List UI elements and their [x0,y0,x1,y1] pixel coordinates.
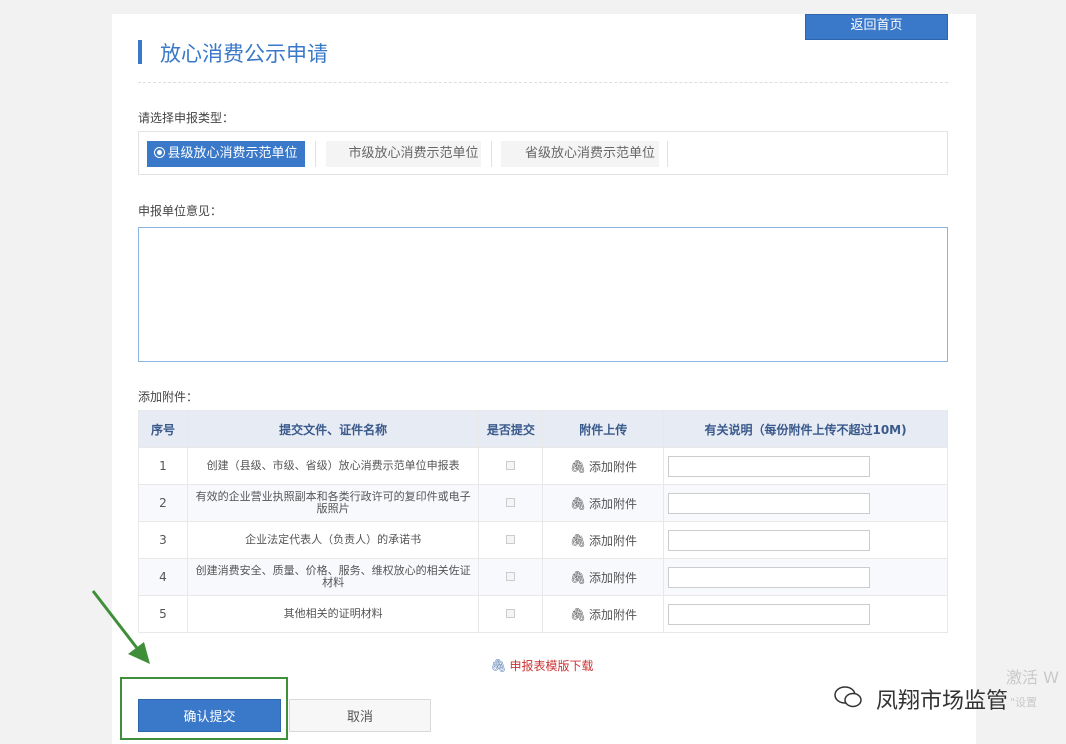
upload-cell[interactable]: 🖇 添加附件 [542,558,665,596]
account-logo-text: 凤翔市场监管 [876,689,1009,714]
note-cell [663,558,948,596]
title-divider [138,82,948,83]
table-row: 3 企业法定代表人（负责人）的承诺书 🖇 添加附件 [138,521,948,559]
col-header-no: 序号 [138,410,188,448]
settings-watermark: "设置 [1010,696,1038,709]
row-no: 2 [138,484,188,522]
form-panel [112,14,976,744]
paperclip-icon: 🖇 [569,459,586,475]
add-attachment-link[interactable]: 添加附件 [589,460,637,474]
row-file-name: 有效的企业营业执照副本和各类行政许可的复印件或电子版照片 [186,484,480,522]
table-row: 2 有效的企业营业执照副本和各类行政许可的复印件或电子版照片 🖇 添加附件 [138,484,948,522]
type-separator [491,141,492,167]
page-title: 放心消费公示申请 [160,42,328,66]
paperclip-icon: 🖇 [569,496,586,512]
add-attachment-link[interactable]: 添加附件 [589,497,637,511]
row-file-name: 其他相关的证明材料 [186,595,480,633]
submitted-checkbox[interactable] [506,572,516,581]
row-file-name: 创建消费安全、质量、价格、服务、维权放心的相关佐证材料 [186,558,480,596]
upload-cell[interactable]: 🖇 添加附件 [542,595,665,633]
type-option-county[interactable]: 县级放心消费示范单位 [147,141,305,167]
type-selector: 县级放心消费示范单位 市级放心消费示范单位 省级放心消费示范单位 [138,131,948,175]
note-input[interactable] [668,603,871,625]
submitted-cell [478,484,544,522]
cancel-button[interactable]: 取消 [289,699,431,732]
col-header-upload: 附件上传 [542,410,665,448]
attachments-label: 添加附件： [138,390,199,404]
row-file-name: 企业法定代表人（负责人）的承诺书 [186,521,480,559]
table-row: 5 其他相关的证明材料 🖇 添加附件 [138,595,948,633]
row-no: 1 [138,447,188,485]
type-option-city[interactable]: 市级放心消费示范单位 [326,141,481,167]
activate-windows-watermark: 激活 W [1006,668,1059,687]
submitted-cell [478,521,544,559]
paperclip-icon: 🖇 [569,607,586,623]
paperclip-icon: 🖇 [569,570,586,586]
col-header-note: 有关说明（每份附件上传不超过10M) [663,410,948,448]
table-header-row: 序号 提交文件、证件名称 是否提交 附件上传 有关说明（每份附件上传不超过10M… [138,410,948,448]
submitted-checkbox[interactable] [506,498,516,507]
note-cell [663,484,948,522]
col-header-name: 提交文件、证件名称 [186,410,480,448]
template-download-link[interactable]: 🖇 申报表模版下载 [490,657,594,674]
submit-button[interactable]: 确认提交 [138,699,281,732]
opinion-label: 申报单位意见： [138,204,223,218]
submitted-cell [478,558,544,596]
type-option-province[interactable]: 省级放心消费示范单位 [501,141,659,167]
type-option-label: 省级放心消费示范单位 [524,146,655,161]
paperclip-icon: 🖇 [569,533,586,549]
pointer-arrow-icon [91,590,150,664]
attachments-table: 序号 提交文件、证件名称 是否提交 附件上传 有关说明（每份附件上传不超过10M… [138,410,948,633]
submitted-checkbox[interactable] [506,535,516,544]
template-download-label: 申报表模版下载 [509,659,594,673]
submitted-checkbox[interactable] [506,609,516,618]
submitted-cell [478,595,544,633]
opinion-textarea[interactable] [138,227,948,362]
add-attachment-link[interactable]: 添加附件 [589,571,637,585]
type-label: 请选择申报类型： [138,111,235,125]
table-row: 4 创建消费安全、质量、价格、服务、维权放心的相关佐证材料 🖇 添加附件 [138,558,948,596]
note-input[interactable] [668,492,871,514]
title-accent-bar [138,40,142,64]
row-no: 3 [138,521,188,559]
add-attachment-link[interactable]: 添加附件 [589,608,637,622]
upload-cell[interactable]: 🖇 添加附件 [542,521,665,559]
paperclip-icon: 🖇 [490,659,507,674]
note-input[interactable] [668,529,871,551]
note-input[interactable] [668,566,871,588]
note-input[interactable] [668,455,871,477]
note-cell [663,521,948,559]
upload-cell[interactable]: 🖇 添加附件 [542,484,665,522]
submitted-cell [478,447,544,485]
type-separator [667,141,668,167]
type-separator [315,141,316,167]
type-option-label: 市级放心消费示范单位 [348,146,479,161]
note-cell [663,447,948,485]
add-attachment-link[interactable]: 添加附件 [589,534,637,548]
row-file-name: 创建（县级、市级、省级）放心消费示范单位申报表 [186,447,480,485]
wechat-icon [834,686,862,708]
submitted-checkbox[interactable] [506,461,516,470]
table-row: 1 创建（县级、市级、省级）放心消费示范单位申报表 🖇 添加附件 [138,447,948,485]
col-header-submitted: 是否提交 [478,410,544,448]
note-cell [663,595,948,633]
back-home-button[interactable]: 返回首页 [805,14,948,40]
radio-checked-icon [154,147,166,158]
type-option-label: 县级放心消费示范单位 [167,146,298,161]
upload-cell[interactable]: 🖇 添加附件 [542,447,665,485]
